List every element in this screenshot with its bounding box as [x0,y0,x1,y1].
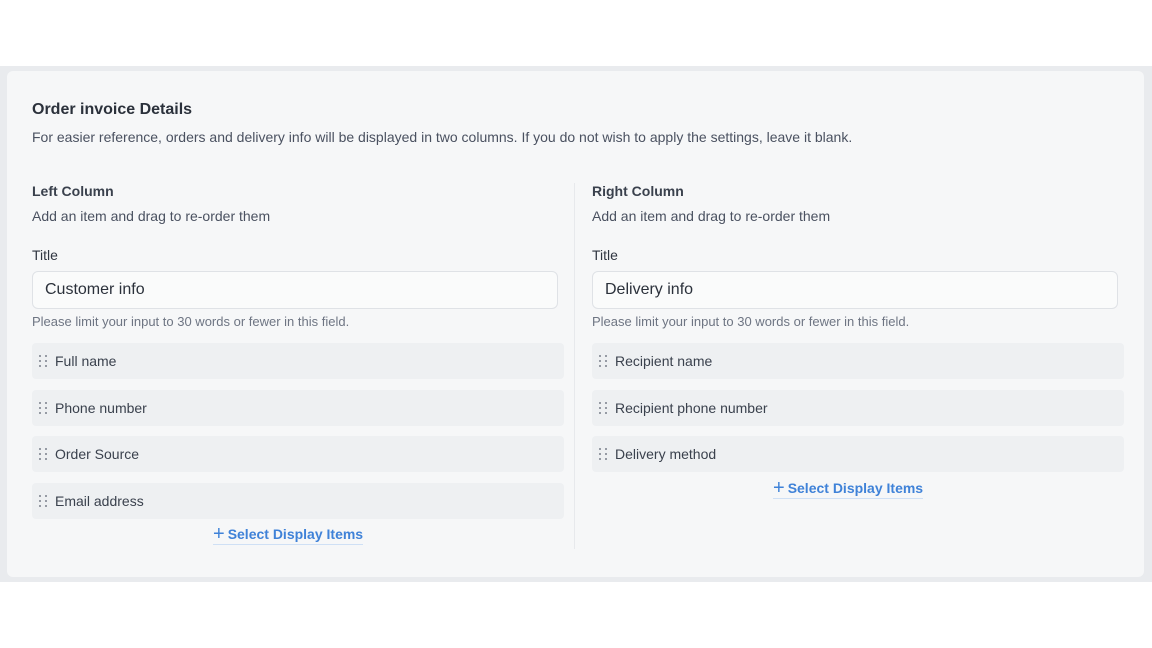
drag-handle-icon[interactable] [39,354,49,368]
right-title-label: Title [592,247,618,263]
list-item-label: Delivery method [615,446,717,462]
list-item-label: Order Source [55,446,140,462]
order-invoice-details-card: Order invoice Details For easier referen… [7,71,1144,577]
list-item-phone-number[interactable]: Phone number [32,390,564,426]
drag-handle-icon[interactable] [39,447,49,461]
select-display-items-label: Select Display Items [227,526,364,542]
list-item-delivery-method[interactable]: Delivery method [592,436,1124,472]
list-item-email-address[interactable]: Email address [32,483,564,519]
left-column-heading: Left Column [32,183,114,199]
drag-handle-icon[interactable] [599,401,609,415]
list-item-label: Recipient phone number [615,400,768,416]
list-item-label: Phone number [55,400,147,416]
plus-icon: + [773,477,785,499]
right-title-input[interactable] [592,271,1118,309]
select-display-items-label: Select Display Items [787,480,924,496]
list-item-recipient-phone-number[interactable]: Recipient phone number [592,390,1124,426]
left-title-input[interactable] [32,271,558,309]
drag-handle-icon[interactable] [39,494,49,508]
list-item-order-source[interactable]: Order Source [32,436,564,472]
left-select-display-items-button[interactable]: + Select Display Items [213,523,364,545]
column-divider [574,183,575,549]
list-item-label: Email address [55,493,144,509]
right-select-display-items-button[interactable]: + Select Display Items [773,477,924,499]
list-item-full-name[interactable]: Full name [32,343,564,379]
section-description: For easier reference, orders and deliver… [32,129,853,145]
drag-handle-icon[interactable] [599,447,609,461]
left-title-label: Title [32,247,58,263]
left-title-hint: Please limit your input to 30 words or f… [32,314,350,329]
list-item-label: Recipient name [615,353,713,369]
right-column-subheading: Add an item and drag to re-order them [592,208,831,224]
right-title-hint: Please limit your input to 30 words or f… [592,314,910,329]
drag-handle-icon[interactable] [599,354,609,368]
section-title: Order invoice Details [32,101,193,118]
left-column-subheading: Add an item and drag to re-order them [32,208,271,224]
list-item-label: Full name [55,353,117,369]
right-column-heading: Right Column [592,183,684,199]
drag-handle-icon[interactable] [39,401,49,415]
plus-icon: + [213,523,225,545]
list-item-recipient-name[interactable]: Recipient name [592,343,1124,379]
